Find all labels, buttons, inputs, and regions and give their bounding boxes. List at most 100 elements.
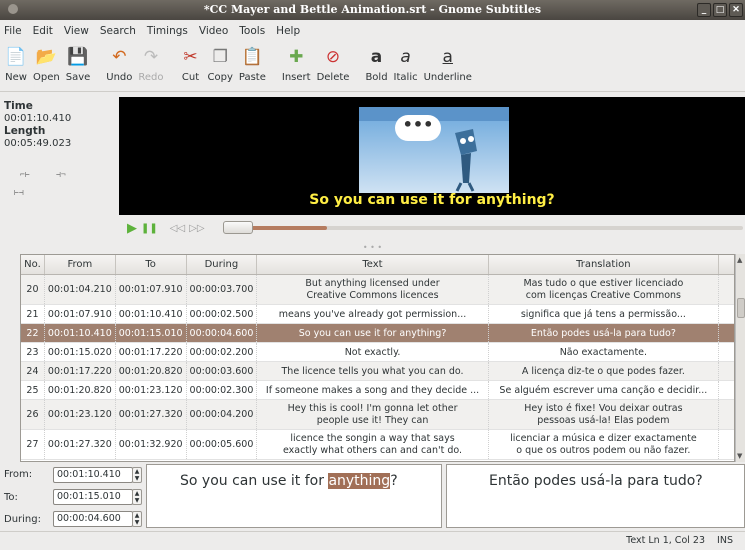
table-row[interactable]: 25 00:01:20.820 00:01:23.120 00:00:02.300 If…	[21, 381, 734, 400]
insert-button[interactable]: ✚ Insert	[282, 42, 311, 83]
scroll-up-icon[interactable]: ▲	[737, 256, 742, 264]
from-label: From:	[4, 469, 33, 480]
column-header-no[interactable]: No.	[21, 255, 45, 274]
pause-icon[interactable]: ❚❚	[141, 223, 158, 234]
cell-text: Not exactly.	[257, 343, 489, 361]
to-field[interactable]: 00:01:15.010	[53, 489, 133, 505]
table-row[interactable]: 26 00:01:23.120 00:01:27.320 00:00:04.200 He…	[21, 400, 734, 430]
menu-bar: File Edit View Search Timings Video Tools Help	[0, 20, 745, 42]
menu-item-search[interactable]: Search	[100, 25, 136, 37]
scroll-thumb[interactable]	[737, 298, 745, 318]
cell-to: 00:01:32.920	[116, 430, 187, 459]
table-row[interactable]: 23 00:01:15.020 00:01:17.220 00:00:02.200 No…	[21, 343, 734, 362]
to-spinner[interactable]: ▲ ▼	[132, 489, 142, 505]
table-row[interactable]: 27 00:01:27.320 00:01:32.920 00:00:05.600 li…	[21, 430, 734, 460]
column-header-to[interactable]: To	[116, 255, 187, 274]
cell-to: 00:01:10.410	[116, 305, 187, 323]
text-editor[interactable]: So you can use it for anything?	[146, 464, 442, 528]
during-spinner[interactable]: ▲ ▼	[132, 511, 142, 527]
length-label: Length	[4, 125, 46, 137]
column-header-from[interactable]: From	[45, 255, 116, 274]
column-header-translation[interactable]: Translation	[489, 255, 720, 274]
paste-icon: 📋	[241, 47, 263, 67]
menu-item-edit[interactable]: Edit	[33, 25, 53, 37]
undo-button[interactable]: ↶ Undo	[106, 42, 132, 83]
redo-button[interactable]: ↷ Redo	[138, 42, 163, 83]
to-label: To:	[4, 492, 18, 503]
pane-handle[interactable]: • • •	[0, 242, 745, 254]
video-frame: •••	[359, 107, 509, 193]
table-row[interactable]: 24 00:01:17.220 00:01:20.820 00:00:03.600 Th…	[21, 362, 734, 381]
cell-during: 00:00:04.600	[187, 324, 258, 342]
bold-button[interactable]: a Bold	[365, 42, 387, 83]
vertical-scrollbar[interactable]: ▲ ▼	[735, 254, 745, 462]
seek-thumb[interactable]	[223, 221, 253, 234]
open-folder-icon: 📂	[35, 47, 57, 67]
cell-from: 00:01:04.210	[45, 275, 116, 304]
set-both-icon[interactable]: ⊢⊣	[14, 188, 24, 197]
forward-icon[interactable]: ▷▷	[189, 223, 204, 234]
cell-to: 00:01:23.120	[116, 381, 187, 399]
cell-during: 00:00:03.700	[187, 275, 258, 304]
cursor-position: Text Ln 1, Col 23	[626, 535, 705, 546]
maximize-button[interactable]: □	[713, 3, 727, 17]
set-start-icon[interactable]: ⌐⊢	[20, 170, 30, 179]
cell-to: 00:01:17.220	[116, 343, 187, 361]
seek-bar[interactable]	[223, 226, 743, 230]
insert-plus-icon: ✚	[289, 47, 304, 67]
cell-no: 27	[21, 430, 45, 459]
rewind-icon[interactable]: ◁◁	[170, 223, 185, 234]
from-spinner[interactable]: ▲ ▼	[132, 467, 142, 483]
underline-button[interactable]: a Underline	[424, 42, 472, 83]
bold-icon: a	[370, 47, 383, 67]
speech-bubble-icon: •••	[395, 115, 441, 141]
italic-button[interactable]: a Italic	[394, 42, 418, 83]
new-button[interactable]: 📄 New	[5, 42, 27, 83]
cell-from: 00:01:23.120	[45, 400, 116, 429]
column-header-text[interactable]: Text	[257, 255, 489, 274]
menu-item-view[interactable]: View	[64, 25, 89, 37]
table-row[interactable]: 21 00:01:07.910 00:01:10.410 00:00:02.500 me…	[21, 305, 734, 324]
cell-no: 22	[21, 324, 45, 342]
menu-item-tools[interactable]: Tools	[239, 25, 265, 37]
cell-from: 00:01:07.910	[45, 305, 116, 323]
column-header-during[interactable]: During	[187, 255, 258, 274]
time-value: 00:01:10.410	[4, 113, 72, 124]
scroll-down-icon[interactable]: ▼	[737, 452, 742, 460]
menu-item-timings[interactable]: Timings	[147, 25, 188, 37]
delete-icon: ⊘	[325, 47, 341, 67]
save-button[interactable]: 💾 Save	[66, 42, 91, 83]
during-field[interactable]: 00:00:04.600	[53, 511, 133, 527]
character-icon	[455, 129, 477, 192]
cell-during: 00:00:02.500	[187, 305, 258, 323]
minimize-button[interactable]: _	[697, 3, 711, 17]
menu-item-file[interactable]: File	[4, 25, 22, 37]
cell-translation: Mas tudo o que estiver licenciado com lic…	[489, 275, 720, 304]
cell-text: means you've already got permission...	[257, 305, 489, 323]
cell-no: 25	[21, 381, 45, 399]
cell-from: 00:01:15.020	[45, 343, 116, 361]
cell-translation: Não exactamente.	[489, 343, 720, 361]
paste-button[interactable]: 📋 Paste	[239, 42, 266, 83]
cell-text: The licence tells you what you can do.	[257, 362, 489, 380]
cell-text: But anything licensed under Creative Comm…	[257, 275, 489, 304]
copy-button[interactable]: ❐ Copy	[208, 42, 233, 83]
cut-label: Cut	[181, 72, 200, 83]
table-row[interactable]: 22 00:01:10.410 00:01:15.010 00:00:04.600 So…	[21, 324, 734, 343]
cell-no: 26	[21, 400, 45, 429]
set-end-icon[interactable]: ⊣¬	[56, 170, 66, 179]
close-button[interactable]: ✕	[729, 3, 743, 17]
table-header: No. From To During Text Translation	[21, 255, 734, 275]
from-field[interactable]: 00:01:10.410	[53, 467, 133, 483]
translation-editor[interactable]: Então podes usá-la para tudo?	[446, 464, 745, 528]
cut-button[interactable]: ✂ Cut	[180, 42, 202, 83]
play-icon[interactable]: ▶	[127, 221, 137, 236]
menu-item-video[interactable]: Video	[199, 25, 228, 37]
bold-label: Bold	[365, 72, 388, 83]
delete-button[interactable]: ⊘ Delete	[317, 42, 350, 83]
undo-label: Undo	[106, 72, 133, 83]
open-button[interactable]: 📂 Open	[33, 42, 60, 83]
table-row[interactable]: 20 00:01:04.210 00:01:07.910 00:00:03.700 Bu…	[21, 275, 734, 305]
menu-item-help[interactable]: Help	[276, 25, 300, 37]
video-player[interactable]: ••• So you can use it for anything?	[119, 97, 745, 215]
